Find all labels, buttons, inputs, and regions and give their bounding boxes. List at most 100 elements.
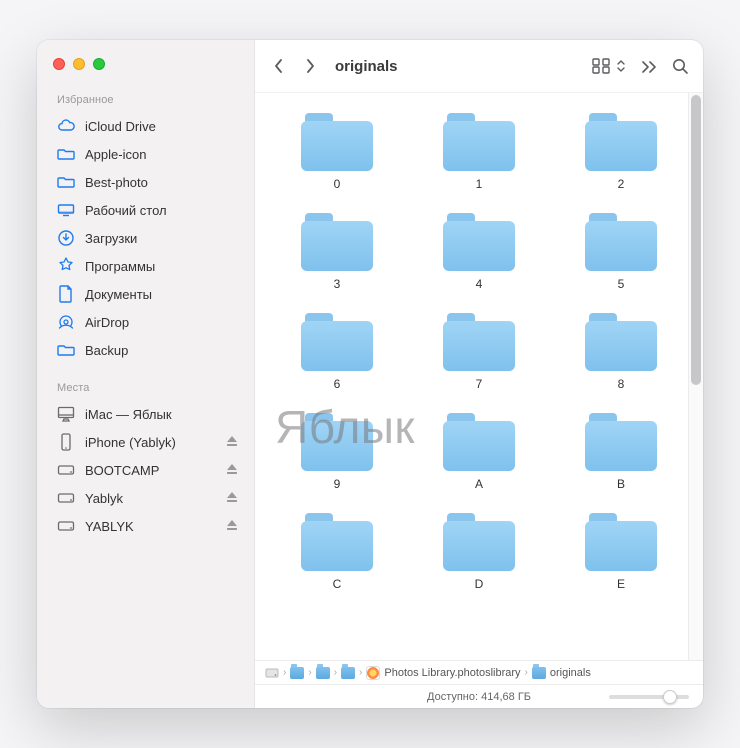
path-seg-library[interactable]: Photos Library.photoslibrary xyxy=(366,666,520,680)
folder-name: 7 xyxy=(476,377,483,391)
forward-button[interactable] xyxy=(297,53,323,79)
folder-icon xyxy=(443,113,515,171)
folder-icon xyxy=(57,173,75,191)
sidebar-item-label: iCloud Drive xyxy=(85,119,240,134)
folder-item[interactable]: D xyxy=(423,513,535,591)
folder-name: B xyxy=(617,477,625,491)
airdrop-icon xyxy=(57,313,75,331)
folder-item[interactable]: 2 xyxy=(565,113,677,191)
drive-icon xyxy=(57,517,75,535)
folder-name: E xyxy=(617,577,625,591)
folder-name: 5 xyxy=(618,277,625,291)
folder-icon xyxy=(341,667,355,679)
overflow-button[interactable] xyxy=(640,59,658,73)
path-seg-2[interactable] xyxy=(316,667,330,679)
close-button[interactable] xyxy=(53,58,65,70)
folder-name: 3 xyxy=(334,277,341,291)
sidebar-item-label: Документы xyxy=(85,287,240,302)
folder-item[interactable]: E xyxy=(565,513,677,591)
scrollbar-thumb[interactable] xyxy=(691,95,701,385)
folder-name: D xyxy=(475,577,484,591)
folder-icon xyxy=(301,213,373,271)
vertical-scrollbar[interactable] xyxy=(688,93,703,708)
sidebar-item-apple-icon[interactable]: Apple-icon xyxy=(37,140,254,168)
cloud-icon xyxy=(57,117,75,135)
toolbar: originals xyxy=(255,40,703,92)
sidebar-item-label: Yablyk xyxy=(85,491,216,506)
folder-item[interactable]: 1 xyxy=(423,113,535,191)
finder-window: Избранное iCloud DriveApple-iconBest-pho… xyxy=(37,40,703,708)
sidebar-item-backup[interactable]: Backup xyxy=(37,336,254,364)
sidebar-item--[interactable]: Документы xyxy=(37,280,254,308)
window-controls xyxy=(37,54,254,90)
path-seg-disk[interactable] xyxy=(265,666,279,680)
zoom-slider[interactable] xyxy=(609,695,689,699)
sidebar-item-label: Программы xyxy=(85,259,240,274)
sidebar-item--[interactable]: Программы xyxy=(37,252,254,280)
folder-item[interactable]: 5 xyxy=(565,213,677,291)
eject-icon[interactable] xyxy=(226,519,240,533)
folder-item[interactable]: 6 xyxy=(281,313,393,391)
sidebar-item-imac-[interactable]: iMac — Яблык xyxy=(37,400,254,428)
sidebar-item-label: Backup xyxy=(85,343,240,358)
path-seg-label: originals xyxy=(550,667,591,679)
folder-item[interactable]: C xyxy=(281,513,393,591)
back-button[interactable] xyxy=(265,53,291,79)
sidebar-item-best-photo[interactable]: Best-photo xyxy=(37,168,254,196)
apps-icon xyxy=(57,257,75,275)
disk-icon xyxy=(265,666,279,680)
folder-item[interactable]: 0 xyxy=(281,113,393,191)
path-seg-1[interactable] xyxy=(290,667,304,679)
sidebar-item-iphone-yablyk-[interactable]: iPhone (Yablyk) xyxy=(37,428,254,456)
folder-name: 9 xyxy=(334,477,341,491)
content-area: 0 12 3 4 5 6 7 8 9 A B C D E › › › › Photos Library.p… xyxy=(255,92,703,708)
folder-icon xyxy=(301,313,373,371)
window-title: originals xyxy=(335,58,586,75)
folder-icon xyxy=(585,313,657,371)
sidebar-item-yablyk[interactable]: Yablyk xyxy=(37,484,254,512)
view-mode-button[interactable] xyxy=(592,58,626,74)
sidebar-item-bootcamp[interactable]: BOOTCAMP xyxy=(37,456,254,484)
desktop-icon xyxy=(57,201,75,219)
icon-grid-scroll[interactable]: 0 12 3 4 5 6 7 8 9 A B C D E xyxy=(255,93,703,660)
sidebar-item-icloud-drive[interactable]: iCloud Drive xyxy=(37,112,254,140)
folder-icon xyxy=(585,213,657,271)
folder-icon xyxy=(532,667,546,679)
path-seg-label: Photos Library.photoslibrary xyxy=(384,667,520,679)
zoom-button[interactable] xyxy=(93,58,105,70)
path-bar[interactable]: › › › › Photos Library.photoslibrary› or… xyxy=(255,660,703,684)
folder-item[interactable]: 3 xyxy=(281,213,393,291)
sidebar-item-yablyk[interactable]: YABLYK xyxy=(37,512,254,540)
drive-icon xyxy=(57,489,75,507)
folder-item[interactable]: 7 xyxy=(423,313,535,391)
path-seg-3[interactable] xyxy=(341,667,355,679)
sidebar-item-label: Рабочий стол xyxy=(85,203,240,218)
download-icon xyxy=(57,229,75,247)
folder-icon xyxy=(443,513,515,571)
folder-item[interactable]: 8 xyxy=(565,313,677,391)
chevron-updown-icon xyxy=(616,59,626,73)
folder-item[interactable]: B xyxy=(565,413,677,491)
sidebar-item-label: Best-photo xyxy=(85,175,240,190)
minimize-button[interactable] xyxy=(73,58,85,70)
sidebar-item-airdrop[interactable]: AirDrop xyxy=(37,308,254,336)
sidebar-item-label: Загрузки xyxy=(85,231,240,246)
sidebar-item--[interactable]: Рабочий стол xyxy=(37,196,254,224)
sidebar-item--[interactable]: Загрузки xyxy=(37,224,254,252)
drive-icon xyxy=(57,461,75,479)
eject-icon[interactable] xyxy=(226,435,240,449)
zoom-knob[interactable] xyxy=(663,690,677,704)
folder-name: A xyxy=(475,477,483,491)
folder-item[interactable]: 4 xyxy=(423,213,535,291)
folder-name: 0 xyxy=(334,177,341,191)
eject-icon[interactable] xyxy=(226,491,240,505)
search-button[interactable] xyxy=(672,58,689,75)
path-seg-current[interactable]: originals xyxy=(532,667,591,679)
folder-item[interactable]: A xyxy=(423,413,535,491)
sidebar-item-label: iMac — Яблык xyxy=(85,407,240,422)
folder-icon xyxy=(585,113,657,171)
folder-icon xyxy=(57,341,75,359)
sidebar-item-label: YABLYK xyxy=(85,519,216,534)
folder-item[interactable]: 9 xyxy=(281,413,393,491)
eject-icon[interactable] xyxy=(226,463,240,477)
